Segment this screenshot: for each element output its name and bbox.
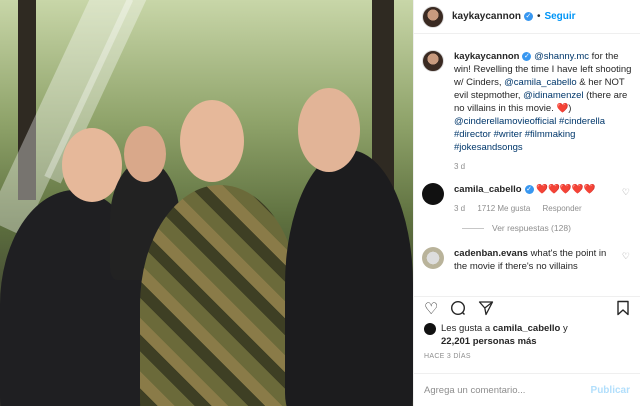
commenter-avatar[interactable] [422, 183, 444, 205]
comment-time: 3 d [454, 204, 466, 213]
comment-body: camila_cabello ✓ ❤️❤️❤️❤️❤️ 3 d 1712 Me g… [454, 183, 595, 215]
caption-text: ) [568, 103, 572, 114]
author-avatar[interactable] [422, 50, 444, 72]
comment-meta: 3 d 1712 Me gusta Responder [454, 202, 595, 215]
commenter-avatar[interactable] [422, 247, 444, 269]
author-username[interactable]: kaykaycannon [452, 11, 521, 22]
separator-dot: • [536, 11, 541, 22]
caption-username[interactable]: kaykaycannon [454, 51, 519, 62]
bookmark-icon[interactable] [616, 300, 630, 320]
post-sidebar: kaykaycannon ✓ • Seguir kaykaycannon ✓ @s… [413, 0, 640, 406]
mention-link[interactable]: @idinamenzel [523, 90, 583, 101]
comment-body: cadenban.evans what's the point in the m… [454, 247, 632, 273]
likes-middle: y [560, 323, 568, 334]
verified-badge-icon: ✓ [522, 51, 532, 61]
author-avatar[interactable] [422, 5, 444, 28]
add-comment-bar: Publicar [414, 373, 640, 406]
commenter-username[interactable]: camila_cabello [454, 184, 522, 195]
person-right [285, 150, 413, 406]
liker-username[interactable]: camila_cabello [493, 323, 561, 334]
caption: kaykaycannon ✓ @shanny.mc for the win! Re… [422, 50, 632, 173]
comment-like-icon[interactable]: ♡ [622, 251, 630, 262]
comment-input[interactable] [424, 384, 591, 396]
comment-icon[interactable] [450, 300, 466, 320]
likes-count[interactable]: 22,201 personas más [441, 336, 537, 347]
action-bar: ♡ [414, 296, 640, 322]
caption-time: 3 d [454, 162, 466, 171]
likes-text: Les gusta a camila_cabello y 22,201 pers… [441, 322, 568, 348]
face-right [298, 88, 360, 172]
comments-list[interactable]: kaykaycannon ✓ @shanny.mc for the win! Re… [422, 50, 632, 290]
verified-badge-icon: ✓ [523, 12, 533, 21]
paper-plane-icon[interactable] [478, 300, 494, 320]
comment-like-icon[interactable]: ♡ [622, 187, 630, 198]
comment-text: ❤️❤️❤️❤️❤️ [536, 184, 596, 195]
comment-item: cadenban.evans what's the point in the m… [422, 247, 632, 273]
commenter-username[interactable]: cadenban.evans [454, 248, 528, 259]
instagram-post: kaykaycannon ✓ • Seguir kaykaycannon ✓ @s… [0, 0, 640, 406]
post-photo[interactable] [0, 0, 413, 406]
caption-body: kaykaycannon ✓ @shanny.mc for the win! Re… [454, 50, 632, 173]
likes-summary: Les gusta a camila_cabello y 22,201 pers… [424, 322, 632, 348]
likes-prefix: Les gusta a [441, 323, 493, 334]
heart-outline-icon[interactable]: ♡ [424, 301, 438, 318]
face-back [124, 126, 166, 182]
view-replies-button[interactable]: Ver respuestas (128) [462, 223, 632, 233]
mention-link[interactable]: @shanny.mc [534, 51, 589, 62]
face-center [180, 100, 244, 182]
reply-button[interactable]: Responder [543, 204, 582, 213]
comment-item: camila_cabello ✓ ❤️❤️❤️❤️❤️ 3 d 1712 Me g… [422, 183, 632, 215]
mention-link[interactable]: @cinderellamovieofficial [454, 116, 556, 127]
posted-timestamp: HACE 3 DÍAS [424, 353, 471, 360]
follow-button[interactable]: Seguir [544, 11, 575, 22]
comment-likes[interactable]: 1712 Me gusta [477, 204, 530, 213]
face-left [62, 128, 122, 202]
publish-button[interactable]: Publicar [591, 385, 630, 396]
post-header: kaykaycannon ✓ • Seguir [414, 0, 640, 34]
caption-meta: 3 d [454, 160, 632, 173]
verified-badge-icon: ✓ [524, 184, 534, 194]
heart-emoji: ❤️ [556, 103, 569, 114]
person-center [140, 185, 300, 406]
mention-link[interactable]: @camila_cabello [504, 77, 576, 88]
liker-avatar[interactable] [424, 323, 436, 335]
